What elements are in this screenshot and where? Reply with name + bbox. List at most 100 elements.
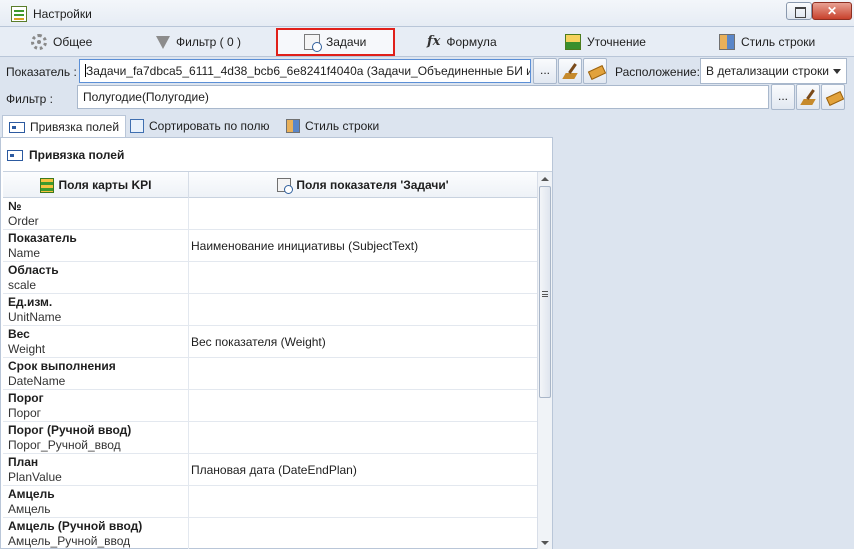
kpi-field-code: PlanValue	[8, 470, 62, 484]
indicator-browse-button[interactable]: ...	[533, 58, 557, 84]
table-row[interactable]: План PlanValue Плановая дата (DateEndPlan)	[3, 454, 537, 486]
indicator-row: Показатель : Задачи_fa7dbca5_6111_4d38_b…	[0, 58, 854, 86]
chevron-down-icon	[833, 69, 841, 74]
kpi-field-cell[interactable]: Показатель Name	[3, 230, 189, 262]
table-row[interactable]: Область scale	[3, 262, 537, 294]
clear-broom-icon[interactable]	[796, 84, 820, 110]
subtab-label: Стиль строки	[305, 119, 380, 133]
kpi-field-cell[interactable]: План PlanValue	[3, 454, 189, 486]
kpi-field-cell[interactable]: Ед.изм. UnitName	[3, 294, 189, 326]
filter-value: Полугодие(Полугодие)	[83, 90, 209, 104]
close-button[interactable]: ✕	[812, 2, 852, 20]
title-bar: Настройки ✕	[0, 0, 854, 27]
eraser-icon[interactable]	[821, 84, 845, 110]
kpi-field-name: Вес	[8, 327, 30, 341]
subtab-sort-by-field[interactable]: Сортировать по полю	[124, 115, 275, 137]
tab-general[interactable]: Общее	[31, 28, 92, 56]
kpi-field-name: Показатель	[8, 231, 77, 245]
table-row[interactable]: Амцель Амцель	[3, 486, 537, 518]
scroll-up-arrow-icon[interactable]	[541, 177, 549, 181]
table-row[interactable]: Вес Weight Вес показателя (Weight)	[3, 326, 537, 358]
column-header-label: Поля показателя 'Задачи'	[296, 178, 449, 192]
indicator-field[interactable]: Задачи_fa7dbca5_6111_4d38_bcb6_6e8241f40…	[79, 59, 531, 83]
indicator-icon	[277, 178, 294, 194]
indicator-field-cell[interactable]	[191, 518, 535, 549]
tab-label: Общее	[53, 35, 93, 49]
kpi-field-code: Order	[8, 214, 39, 228]
kpi-field-code: scale	[8, 278, 37, 292]
binding-icon	[9, 121, 25, 133]
eraser-icon[interactable]	[583, 58, 607, 84]
subtab-field-binding[interactable]: Привязка полей	[2, 115, 127, 138]
placement-label: Расположение:	[615, 65, 700, 79]
kpi-field-name: Срок выполнения	[8, 359, 116, 373]
indicator-field-cell[interactable]: Плановая дата (DateEndPlan)	[191, 454, 535, 486]
table-row[interactable]: Порог (Ручной ввод) Порог_Ручной_ввод	[3, 422, 537, 454]
indicator-field-cell[interactable]	[191, 422, 535, 454]
filter-browse-button[interactable]: ...	[771, 84, 795, 110]
filter-label: Фильтр :	[6, 92, 53, 106]
table-row[interactable]: Срок выполнения DateName	[3, 358, 537, 390]
kpi-field-cell[interactable]: Амцель (Ручной ввод) Амцель_Ручной_ввод	[3, 518, 189, 549]
restore-button[interactable]	[786, 2, 812, 20]
kpi-field-cell[interactable]: Область scale	[3, 262, 189, 294]
kpi-field-name: Ед.изм.	[8, 295, 53, 309]
indicator-field-cell[interactable]	[191, 294, 535, 326]
indicator-field-cell[interactable]	[191, 390, 535, 422]
section-title: Привязка полей	[7, 148, 124, 162]
kpi-field-cell[interactable]: № Order	[3, 198, 189, 230]
tab-row-style[interactable]: Стиль строки	[719, 28, 815, 56]
tab-label: Уточнение	[587, 35, 646, 49]
kpi-field-name: Порог	[8, 391, 44, 405]
indicator-field-cell[interactable]	[191, 198, 535, 230]
placement-select[interactable]: В детализации строки	[700, 58, 847, 84]
tab-filter[interactable]: Фильтр ( 0 )	[156, 28, 241, 56]
kpi-field-code: Weight	[8, 342, 46, 356]
app-icon	[11, 6, 27, 22]
indicator-field-cell[interactable]: Вес показателя (Weight)	[191, 326, 535, 358]
column-header-kpi-fields[interactable]: Поля карты KPI	[3, 172, 189, 198]
indicator-label: Показатель :	[6, 65, 77, 79]
kpi-field-name: Амцель	[8, 487, 55, 501]
subtab-label: Сортировать по полю	[149, 119, 270, 133]
filter-row: Фильтр : Полугодие(Полугодие) ...	[0, 84, 854, 112]
task-icon	[304, 34, 322, 52]
kpi-map-icon	[39, 177, 54, 193]
kpi-field-cell[interactable]: Срок выполнения DateName	[3, 358, 189, 390]
close-icon: ✕	[826, 4, 838, 18]
tab-label: Фильтр ( 0 )	[176, 35, 241, 49]
kpi-field-code: Амцель	[8, 502, 51, 516]
scroll-down-arrow-icon[interactable]	[541, 541, 549, 545]
indicator-field-cell[interactable]	[191, 358, 535, 390]
table-row[interactable]: Ед.изм. UnitName	[3, 294, 537, 326]
tab-tasks[interactable]: Задачи	[276, 28, 395, 56]
table-row[interactable]: Показатель Name Наименование инициативы (S…	[3, 230, 537, 262]
indicator-field-cell[interactable]	[191, 486, 535, 518]
kpi-field-cell[interactable]: Вес Weight	[3, 326, 189, 358]
filter-field[interactable]: Полугодие(Полугодие)	[77, 85, 769, 109]
indicator-field-cell[interactable]: Наименование инициативы (SubjectText)	[191, 230, 535, 262]
clear-broom-icon[interactable]	[558, 58, 582, 84]
kpi-field-cell[interactable]: Амцель Амцель	[3, 486, 189, 518]
kpi-field-code: Name	[8, 246, 41, 260]
tab-label: Стиль строки	[741, 35, 816, 49]
table-row[interactable]: Порог Порог	[3, 390, 537, 422]
row-style-icon	[286, 119, 300, 133]
subtab-row-style[interactable]: Стиль строки	[280, 115, 385, 137]
vertical-scrollbar[interactable]	[537, 172, 552, 549]
kpi-field-name: №	[8, 199, 22, 213]
tab-refinement[interactable]: Уточнение	[565, 28, 646, 56]
kpi-field-cell[interactable]: Порог Порог	[3, 390, 189, 422]
indicator-field-cell[interactable]	[191, 262, 535, 294]
table-row[interactable]: № Order	[3, 198, 537, 230]
tab-formula[interactable]: fx Формула	[427, 28, 497, 56]
grid-rows: № Order Показатель Name Наименование инициат…	[3, 198, 537, 549]
grip-icon	[542, 291, 548, 297]
column-header-indicator-fields[interactable]: Поля показателя 'Задачи'	[189, 172, 537, 198]
table-row[interactable]: Амцель (Ручной ввод) Амцель_Ручной_ввод	[3, 518, 537, 549]
fx-icon: fx	[427, 34, 441, 49]
sub-tabs: Привязка полей Сортировать по полю Стиль…	[0, 115, 553, 138]
scrollbar-thumb[interactable]	[539, 186, 551, 398]
kpi-field-name: Область	[8, 263, 59, 277]
kpi-field-cell[interactable]: Порог (Ручной ввод) Порог_Ручной_ввод	[3, 422, 189, 454]
